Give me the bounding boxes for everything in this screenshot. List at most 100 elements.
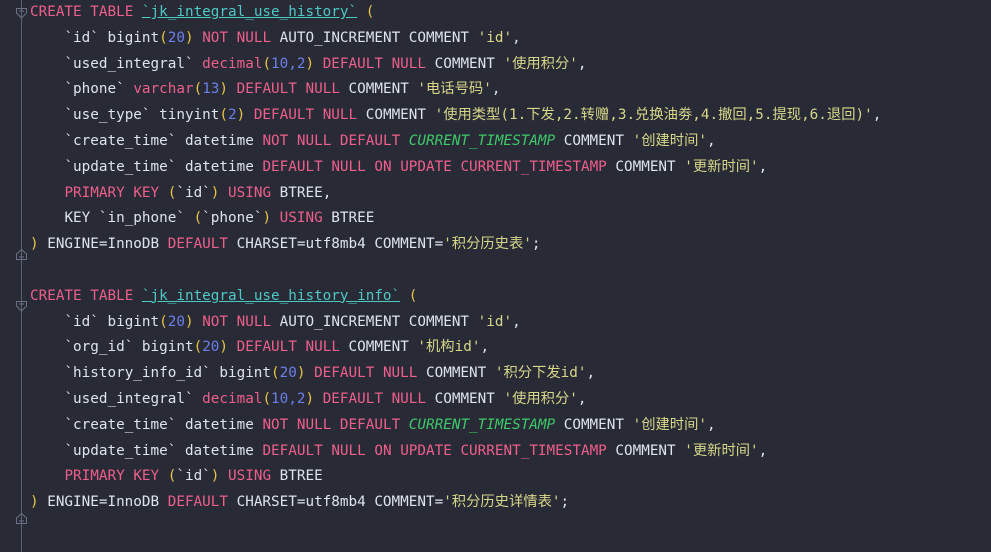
token-type: varchar xyxy=(133,81,194,98)
token-col: `used_integral` xyxy=(64,390,194,407)
token-kw: KEY xyxy=(133,468,160,485)
code-line[interactable]: `id` bigint(20) NOT NULL AUTO_INCREMENT … xyxy=(30,26,991,52)
token-ident: `jk_integral_use_history` xyxy=(141,4,358,20)
code-line[interactable]: PRIMARY KEY (`id`) USING BTREE xyxy=(30,464,991,490)
token-punct: , xyxy=(872,107,882,124)
code-line[interactable]: CREATE TABLE `jk_integral_use_history_in… xyxy=(30,284,991,310)
token-col: `create_time` xyxy=(64,416,177,433)
token-num: 10 xyxy=(271,55,289,72)
token-kw: NOT xyxy=(262,132,289,149)
token-col: `create_time` xyxy=(64,132,177,149)
token-paren: ( xyxy=(408,287,418,304)
token-type2: bigint xyxy=(107,29,160,46)
token-punct: , xyxy=(758,442,768,459)
code-line[interactable] xyxy=(30,258,991,284)
token-paren: ( xyxy=(159,29,168,46)
token-type: decimal xyxy=(202,390,263,407)
token-paren: ) xyxy=(184,313,194,330)
token-kw: NULL xyxy=(382,365,418,382)
code-line[interactable]: `used_integral` decimal(10,2) DEFAULT NU… xyxy=(30,387,991,413)
code-line[interactable]: ) ENGINE=InnoDB DEFAULT CHARSET=utf8mb4 … xyxy=(30,490,991,516)
code-content[interactable]: CREATE TABLE `jk_integral_use_history` (… xyxy=(30,0,991,552)
code-fold-rail xyxy=(21,0,22,552)
token-paren: ( xyxy=(262,55,272,72)
code-line[interactable]: `update_time` datetime DEFAULT NULL ON U… xyxy=(30,439,991,465)
token-kw: NOT xyxy=(202,29,229,46)
token-str: '使用积分' xyxy=(503,55,578,72)
token-type: decimal xyxy=(202,55,263,72)
token-paren: ( xyxy=(262,390,272,407)
token-type2: tinyint xyxy=(159,107,220,124)
token-punct: , xyxy=(480,339,490,356)
code-line[interactable]: `id` bigint(20) NOT NULL AUTO_INCREMENT … xyxy=(30,310,991,336)
token-col: `phone` xyxy=(202,210,263,227)
token-kw: USING xyxy=(228,468,272,485)
token-str: '创建时间' xyxy=(632,132,707,149)
token-paren: ( xyxy=(159,313,168,330)
token-num: 13 xyxy=(202,81,220,98)
code-line[interactable]: `phone` varchar(13) DEFAULT NULL COMMENT… xyxy=(30,77,991,103)
code-line[interactable]: KEY `in_phone` (`phone`) USING BTREE xyxy=(30,206,991,232)
token-num: , xyxy=(288,55,297,72)
token-kw: DEFAULT xyxy=(262,158,323,175)
code-line[interactable]: `create_time` datetime NOT NULL DEFAULT … xyxy=(30,129,991,155)
token-paren: ) xyxy=(305,55,315,72)
code-line[interactable]: `use_type` tinyint(2) DEFAULT NULL COMME… xyxy=(30,103,991,129)
code-line[interactable]: PRIMARY KEY (`id`) USING BTREE, xyxy=(30,181,991,207)
token-str: 'id' xyxy=(477,29,513,46)
token-punct: , xyxy=(758,158,768,175)
token-str: '积分历史表' xyxy=(443,236,532,253)
chevron-down-fold-icon[interactable] xyxy=(15,300,28,313)
code-line[interactable]: `org_id` bigint(20) DEFAULT NULL COMMENT… xyxy=(30,335,991,361)
code-line[interactable]: CREATE TABLE `jk_integral_use_history` ( xyxy=(30,0,991,26)
fold-end-icon[interactable] xyxy=(15,248,28,261)
token-kw: NULL xyxy=(305,339,340,356)
fold-end-icon[interactable] xyxy=(15,512,28,525)
code-line[interactable]: `update_time` datetime DEFAULT NULL ON U… xyxy=(30,155,991,181)
token-col: `update_time` xyxy=(64,158,177,175)
token-kw: DEFAULT xyxy=(314,365,375,382)
code-line[interactable]: `create_time` datetime NOT NULL DEFAULT … xyxy=(30,413,991,439)
sql-code-editor[interactable]: CREATE TABLE `jk_integral_use_history` (… xyxy=(0,0,991,552)
token-str: '机构id' xyxy=(417,339,481,356)
token-paren: ) xyxy=(30,236,39,253)
code-line[interactable]: ) ENGINE=InnoDB DEFAULT CHARSET=utf8mb4 … xyxy=(30,232,991,258)
token-num: 20 xyxy=(167,29,185,46)
token-punct: , xyxy=(322,184,332,201)
code-line[interactable]: `history_info_id` bigint(20) DEFAULT NUL… xyxy=(30,361,991,387)
token-col: `in_phone` xyxy=(98,210,185,227)
token-kw: CREATE xyxy=(30,287,82,304)
token-str: '电话号码' xyxy=(417,81,492,98)
token-type2: datetime xyxy=(184,132,254,149)
token-kw: DEFAULT xyxy=(322,55,383,72)
token-plain: AUTO_INCREMENT COMMENT xyxy=(271,313,478,330)
token-punct: , xyxy=(512,29,521,46)
token-kw: CURRENT_TIMESTAMP xyxy=(460,442,607,459)
token-kw: UPDATE xyxy=(400,158,452,175)
editor-gutter xyxy=(0,0,30,552)
token-type2: datetime xyxy=(184,158,254,175)
code-line[interactable]: `used_integral` decimal(10,2) DEFAULT NU… xyxy=(30,52,991,78)
token-paren: ) xyxy=(236,107,246,124)
token-punct: , xyxy=(577,55,587,72)
token-plain: COMMENT xyxy=(606,442,685,459)
token-kw: PRIMARY xyxy=(64,468,125,485)
token-paren: ) xyxy=(30,494,39,511)
chevron-down-fold-icon[interactable] xyxy=(15,7,28,20)
token-col: `id` xyxy=(64,313,99,330)
token-type2: bigint xyxy=(141,339,194,356)
token-col: `phone` xyxy=(64,81,125,98)
